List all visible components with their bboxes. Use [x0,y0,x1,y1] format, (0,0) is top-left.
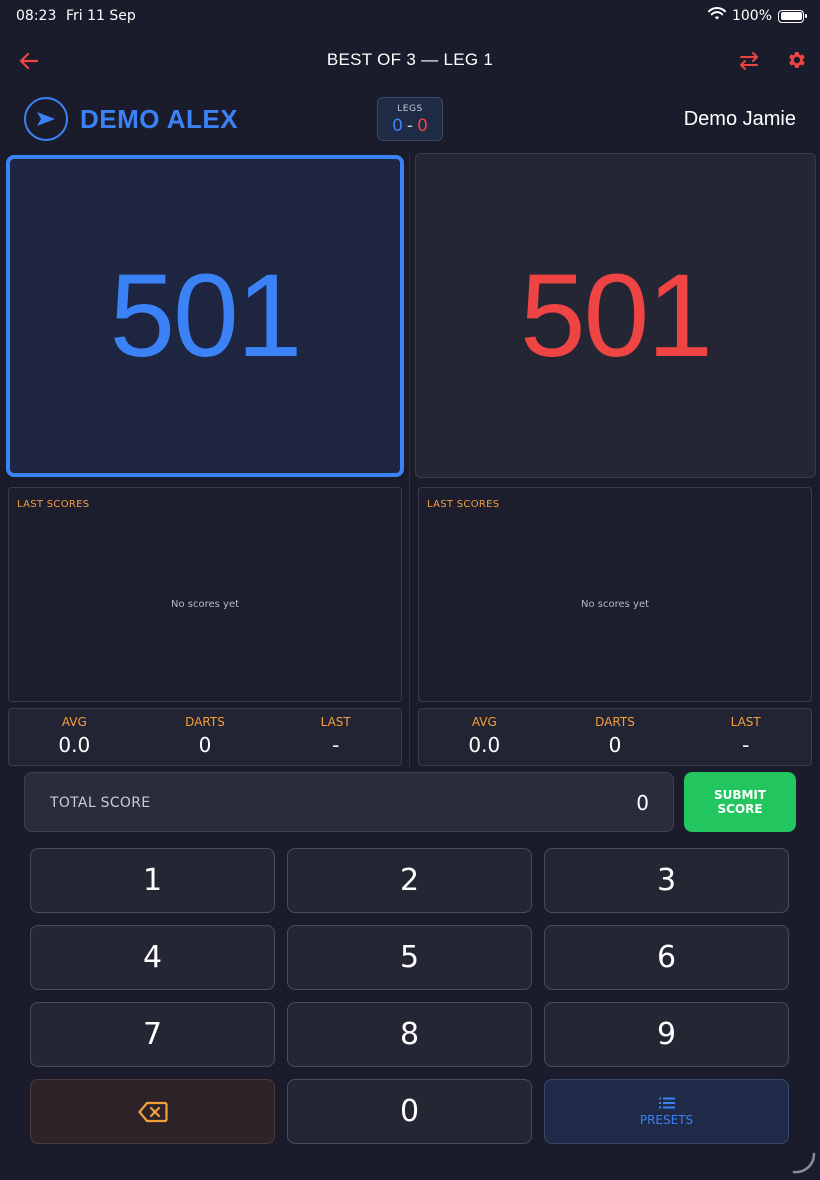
stat-label: LAST [730,715,761,729]
key-1[interactable]: 1 [30,848,275,913]
status-date: Fri 11 Sep [66,8,136,24]
last-scores-label: LAST SCORES [17,499,90,510]
stat-darts: DARTS 0 [550,709,681,765]
legs-player-2: 0 [417,116,428,136]
presets-label: PRESETS [639,1112,694,1127]
total-score-value: 0 [636,791,649,815]
stat-value: - [742,733,750,757]
settings-button[interactable] [782,46,810,74]
status-time: 08:23 [16,8,57,24]
player-1-stats: AVG 0.0 DARTS 0 LAST - [8,708,402,766]
no-scores-text: No scores yet [170,599,240,610]
stat-value: - [332,733,340,757]
stat-label: DARTS [185,715,225,729]
stat-last: LAST - [270,709,401,765]
player-1-name: DEMO ALEX [80,104,239,134]
player-1-score-panel: 501 [6,155,404,477]
player-2-score-panel: 501 [415,153,816,478]
total-score-label: TOTAL SCORE [50,795,151,811]
swap-players-button[interactable] [734,46,764,76]
presets-button[interactable]: PRESETS [544,1079,789,1144]
player-2-last-scores: LAST SCORES No scores yet [418,487,812,702]
active-player-indicator [24,97,68,141]
stat-label: AVG [471,715,497,729]
swap-icon [740,52,758,70]
player-2-name: Demo Jamie [683,108,796,130]
stat-label: LAST [320,715,351,729]
stat-value: 0 [198,733,212,757]
key-4[interactable]: 4 [30,925,275,990]
total-score-field[interactable]: TOTAL SCORE 0 [24,772,674,832]
key-0[interactable]: 0 [287,1079,532,1144]
stat-avg: AVG 0.0 [9,709,140,765]
key-9[interactable]: 9 [544,1002,789,1067]
status-bar: 08:23 Fri 11 Sep 100% [0,0,820,32]
battery-percent: 100% [731,8,772,24]
key-8[interactable]: 8 [287,1002,532,1067]
stat-label: DARTS [595,715,635,729]
page-title: BEST OF 3 — LEG 1 [326,50,494,69]
legs-separator: - [406,116,414,136]
player-2-remaining-score: 501 [520,249,713,382]
stat-value: 0.0 [58,733,91,757]
no-scores-text: No scores yet [580,599,650,610]
stat-value: 0.0 [468,733,501,757]
battery-icon [778,9,807,23]
key-7[interactable]: 7 [30,1002,275,1067]
player-1-remaining-score: 501 [109,250,303,382]
dart-icon [37,112,55,126]
backspace-icon [137,1101,168,1122]
key-2[interactable]: 2 [287,848,532,913]
last-scores-label: LAST SCORES [427,499,500,510]
key-3[interactable]: 3 [544,848,789,913]
legs-player-1: 0 [392,116,403,136]
key-5[interactable]: 5 [287,925,532,990]
legs-label: LEGS [397,104,423,114]
list-icon [658,1097,675,1108]
player-1-last-scores: LAST SCORES No scores yet [8,487,402,702]
stat-avg: AVG 0.0 [419,709,550,765]
legs-counter: LEGS 0-0 [377,97,443,141]
key-6[interactable]: 6 [544,925,789,990]
scroll-indicator [792,1150,818,1176]
gear-icon [789,52,805,68]
stat-value: 0 [608,733,622,757]
player-2-stats: AVG 0.0 DARTS 0 LAST - [418,708,812,766]
submit-score-button[interactable]: SUBMIT SCORE [684,772,796,832]
stat-label: AVG [61,715,87,729]
legs-score: 0-0 [378,116,442,136]
stat-darts: DARTS 0 [140,709,271,765]
backspace-button[interactable] [30,1079,275,1144]
wifi-icon [707,7,726,25]
panel-divider [409,150,410,768]
status-indicators: 100% [707,7,807,25]
stat-last: LAST - [680,709,811,765]
